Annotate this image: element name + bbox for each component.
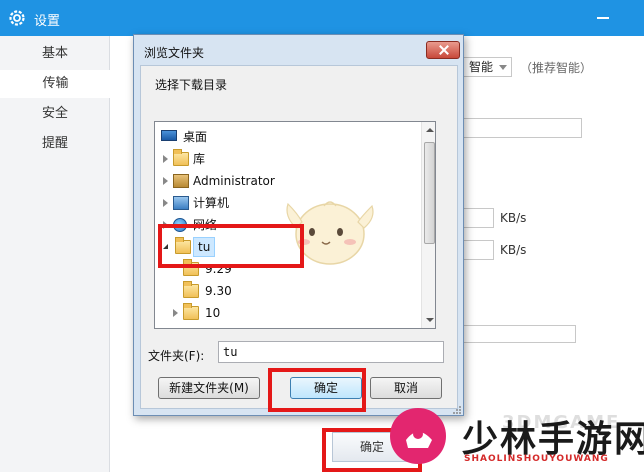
- library-folder-icon: [173, 149, 189, 166]
- mode-select[interactable]: 智能: [462, 57, 512, 77]
- dialog-title: 浏览文件夹: [144, 46, 205, 60]
- upload-speed-input[interactable]: [462, 240, 494, 260]
- new-folder-button[interactable]: 新建文件夹(M): [158, 377, 260, 399]
- settings-sidebar: 基本 传输 安全 提醒: [0, 36, 111, 472]
- folder-label: 文件夹(F):: [148, 349, 205, 363]
- sidebar-item-reminder[interactable]: 提醒: [0, 130, 110, 158]
- highlight-ok-button: [268, 368, 366, 412]
- mode-hint: （推荐智能）: [520, 61, 593, 75]
- dialog-description: 选择下载目录: [155, 78, 228, 92]
- sidebar-item-transfer[interactable]: 传输: [0, 70, 111, 98]
- user-folder-icon: [173, 174, 189, 188]
- watermark-subtext: SHAOLINSHOUYOUWANG: [464, 454, 609, 464]
- expand-arrow-icon[interactable]: [163, 155, 168, 163]
- gear-icon: [9, 10, 25, 26]
- settings-title: 设置: [34, 14, 61, 29]
- minimize-button[interactable]: [596, 8, 610, 22]
- chevron-down-icon: [499, 65, 507, 70]
- download-speed-input[interactable]: [462, 208, 494, 228]
- folder-icon: [183, 303, 199, 320]
- tree-scrollbar[interactable]: [421, 122, 435, 328]
- watermark: 少林手游网 SHAOLINSHOUYOUWANG: [382, 402, 644, 472]
- tree-item-label: 10: [205, 306, 221, 320]
- mode-select-value: 智能: [469, 60, 494, 74]
- highlight-tu-folder: [158, 224, 304, 268]
- expand-arrow-icon[interactable]: [173, 309, 178, 317]
- settings-text-field[interactable]: [462, 325, 576, 343]
- tree-item-label: 9.30: [205, 284, 232, 298]
- folder-icon: [183, 281, 199, 298]
- watermark-logo-icon: [390, 408, 446, 464]
- sidebar-item-basic[interactable]: 基本: [0, 40, 110, 68]
- desktop-icon: [161, 130, 177, 141]
- scroll-down-icon[interactable]: [426, 318, 434, 322]
- tree-item-label: 桌面: [183, 130, 208, 144]
- close-button[interactable]: [426, 41, 460, 59]
- tree-item-label: Administrator: [193, 174, 275, 188]
- tree-item-label: 计算机: [193, 196, 230, 210]
- computer-icon: [173, 196, 189, 210]
- download-path-field[interactable]: [462, 118, 582, 138]
- settings-titlebar: 设置: [0, 0, 644, 36]
- cancel-button[interactable]: 取消: [370, 377, 442, 399]
- upload-speed-unit: KB/s: [500, 243, 527, 257]
- scroll-up-icon[interactable]: [426, 128, 434, 132]
- download-speed-unit: KB/s: [500, 211, 527, 225]
- folder-input[interactable]: tu: [218, 341, 444, 363]
- scroll-thumb[interactable]: [424, 142, 435, 244]
- expand-arrow-icon[interactable]: [163, 177, 168, 185]
- tree-item-label: 库: [193, 152, 206, 166]
- sidebar-item-security[interactable]: 安全: [0, 100, 110, 128]
- expand-arrow-icon[interactable]: [163, 199, 168, 207]
